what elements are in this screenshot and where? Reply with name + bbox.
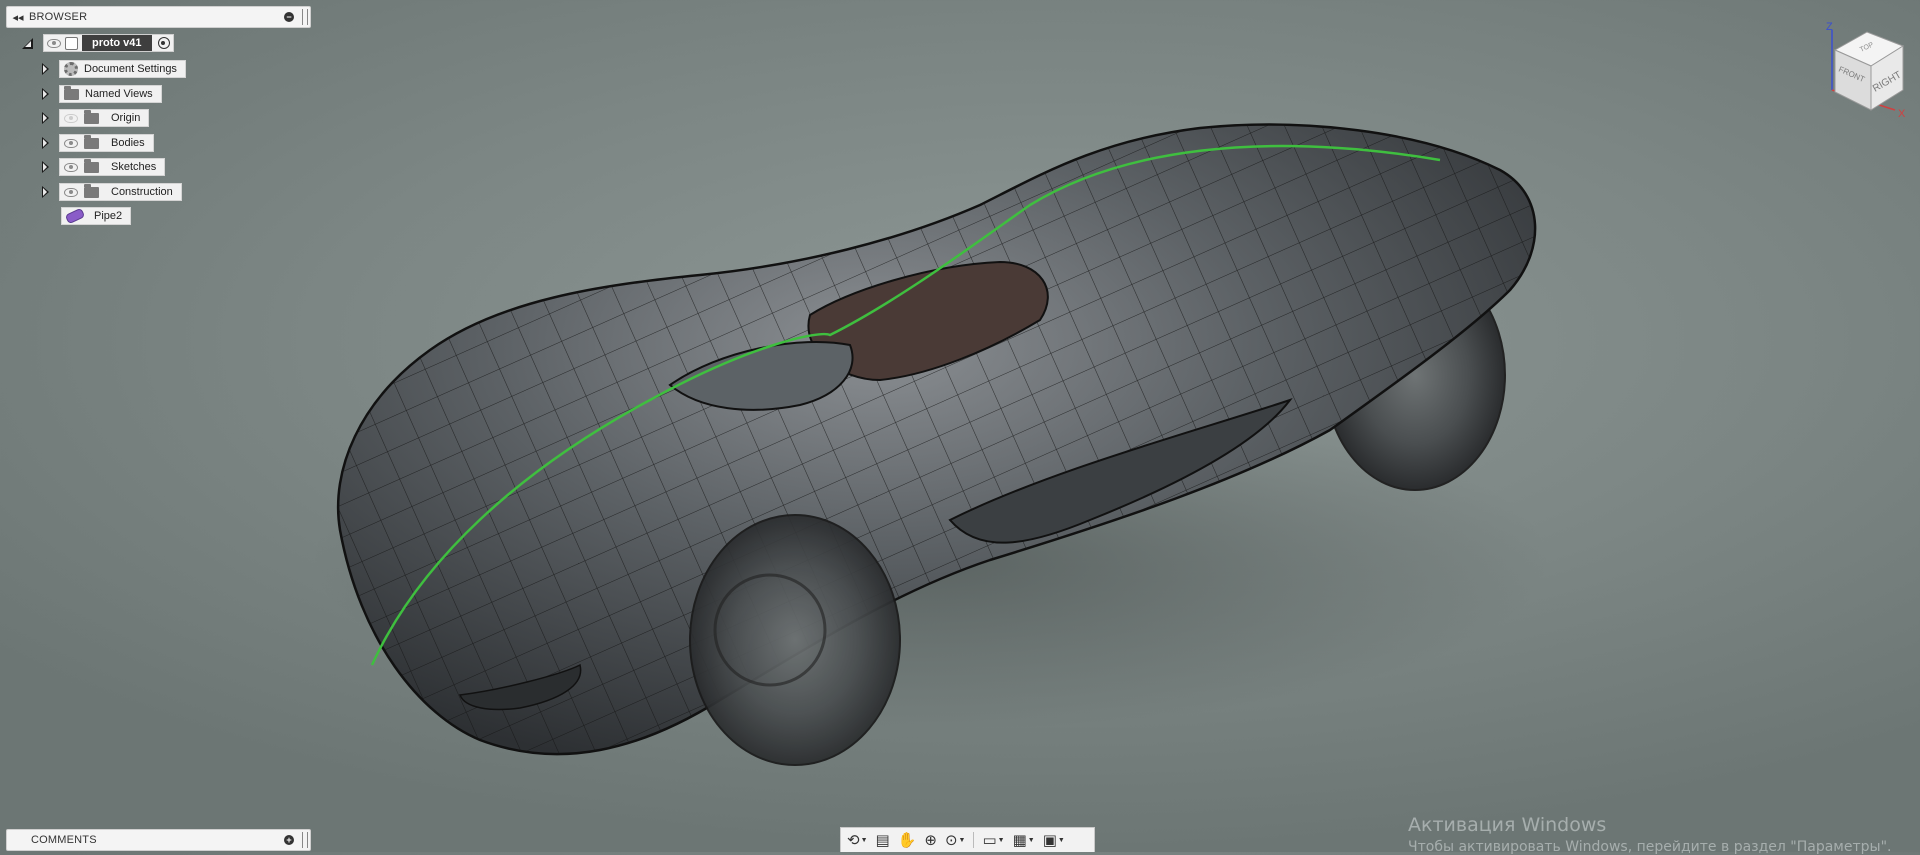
grid-button[interactable]: ▦ ▼ xyxy=(1011,830,1037,850)
tree-node[interactable]: Named Views xyxy=(59,85,162,103)
tree-node[interactable]: Origin xyxy=(59,109,150,127)
tree-item-origin[interactable]: Origin xyxy=(42,108,150,128)
activate-component-radio[interactable] xyxy=(157,37,170,49)
activation-watermark-subtitle: Чтобы активировать Windows, перейдите в … xyxy=(1408,839,1892,855)
navigation-toolbar: ⟲ ▼ ▤ ✋ ⊕ ⊙ ▼ ▭ ▼ ▦ ▼ ▣ ▼ xyxy=(840,827,1095,852)
folder-icon xyxy=(84,183,99,198)
front-wheel[interactable] xyxy=(689,514,901,766)
tree-item-label: Sketches xyxy=(111,161,157,173)
panel-grip-icon[interactable] xyxy=(302,832,308,848)
tree-item-bodies[interactable]: Bodies xyxy=(42,133,154,153)
comments-title: COMMENTS xyxy=(31,834,97,846)
pipe-body-icon xyxy=(64,207,86,225)
visibility-eye-icon[interactable] xyxy=(47,38,61,48)
gear-icon xyxy=(64,62,78,76)
visibility-eye-icon[interactable] xyxy=(64,162,78,172)
dropdown-arrow-icon[interactable]: ▼ xyxy=(959,837,966,844)
root-node-label: proto v41 xyxy=(82,35,152,51)
tree-node[interactable]: Document Settings xyxy=(59,60,186,78)
component-icon xyxy=(65,36,78,50)
folder-icon xyxy=(64,85,79,100)
tree-item-construction[interactable]: Construction xyxy=(42,182,182,202)
toolbar-separator xyxy=(973,832,975,848)
root-node[interactable]: proto v41 xyxy=(43,34,174,52)
look-at-button[interactable]: ▤ xyxy=(874,830,892,850)
display-settings-icon: ▭ xyxy=(982,831,997,849)
expand-arrow-icon[interactable] xyxy=(42,63,49,75)
expand-arrow-icon[interactable] xyxy=(42,161,49,173)
minimize-browser-icon[interactable]: − xyxy=(284,12,294,22)
pan-icon: ✋ xyxy=(897,831,917,849)
tree-item-label: Construction xyxy=(111,186,173,198)
browser-title: BROWSER xyxy=(29,11,88,23)
tree-item-sketches[interactable]: Sketches xyxy=(42,157,166,177)
tree-item-label: Origin xyxy=(111,112,141,124)
dropdown-arrow-icon[interactable]: ▼ xyxy=(1028,837,1035,844)
tree-item-pipe2[interactable]: Pipe2 xyxy=(61,206,132,226)
panel-grip-icon[interactable] xyxy=(302,9,308,25)
axis-x-label: X xyxy=(1898,108,1906,120)
zoom-button[interactable]: ⊕ xyxy=(922,830,939,850)
visibility-eye-icon[interactable] xyxy=(64,138,78,148)
viewport-canvas[interactable] xyxy=(0,0,1920,852)
expand-arrow-icon[interactable] xyxy=(42,112,49,124)
folder-icon xyxy=(84,134,99,149)
dropdown-arrow-icon[interactable]: ▼ xyxy=(1058,837,1065,844)
viewports-button[interactable]: ▣ ▼ xyxy=(1041,830,1067,850)
look-at-icon: ▤ xyxy=(875,831,890,849)
pan-button[interactable]: ✋ xyxy=(896,830,919,850)
viewports-icon: ▣ xyxy=(1042,831,1057,849)
add-comment-icon[interactable]: + xyxy=(284,835,294,845)
browser-panel-header[interactable]: ◂◂ BROWSER − xyxy=(6,6,311,28)
tree-item-label: Document Settings xyxy=(84,63,177,75)
folder-icon xyxy=(84,158,99,173)
folder-icon xyxy=(84,109,99,124)
tree-root[interactable]: proto v41 xyxy=(22,34,174,52)
tree-node[interactable]: Construction xyxy=(59,183,182,201)
expand-arrow-icon[interactable] xyxy=(42,137,49,149)
dropdown-arrow-icon[interactable]: ▼ xyxy=(998,837,1005,844)
collapse-panel-icon[interactable]: ◂◂ xyxy=(7,11,29,24)
viewcube[interactable]: Z X TOP FRONT RIGHT xyxy=(1815,18,1915,123)
display-settings-button[interactable]: ▭ ▼ xyxy=(980,830,1006,850)
fit-icon: ⊙ xyxy=(944,831,958,849)
tree-item-label: Pipe2 xyxy=(94,210,123,222)
orbit-icon: ⟲ xyxy=(847,831,860,849)
fit-button[interactable]: ⊙ ▼ xyxy=(943,830,968,850)
expand-root-icon[interactable] xyxy=(22,37,33,49)
visibility-eye-icon[interactable] xyxy=(64,187,78,197)
tree-node[interactable]: Sketches xyxy=(59,158,166,176)
dropdown-arrow-icon[interactable]: ▼ xyxy=(861,837,868,844)
axis-z-label: Z xyxy=(1826,21,1833,33)
grid-icon: ▦ xyxy=(1012,831,1027,849)
comments-panel-header[interactable]: COMMENTS + xyxy=(6,829,311,851)
tree-item-label: Named Views xyxy=(85,88,153,100)
tree-item-document-settings[interactable]: Document Settings xyxy=(42,59,186,79)
expand-arrow-icon[interactable] xyxy=(42,88,49,100)
activation-watermark-title: Активация Windows xyxy=(1408,814,1607,836)
tree-item-label: Bodies xyxy=(111,137,145,149)
orbit-button[interactable]: ⟲ ▼ xyxy=(845,830,870,850)
tree-node[interactable]: Bodies xyxy=(59,134,154,152)
visibility-eye-hidden-icon[interactable] xyxy=(64,113,78,123)
tree-item-named-views[interactable]: Named Views xyxy=(42,84,162,104)
expand-arrow-icon[interactable] xyxy=(42,186,49,198)
zoom-icon: ⊕ xyxy=(924,831,937,849)
tree-node[interactable]: Pipe2 xyxy=(61,207,132,225)
